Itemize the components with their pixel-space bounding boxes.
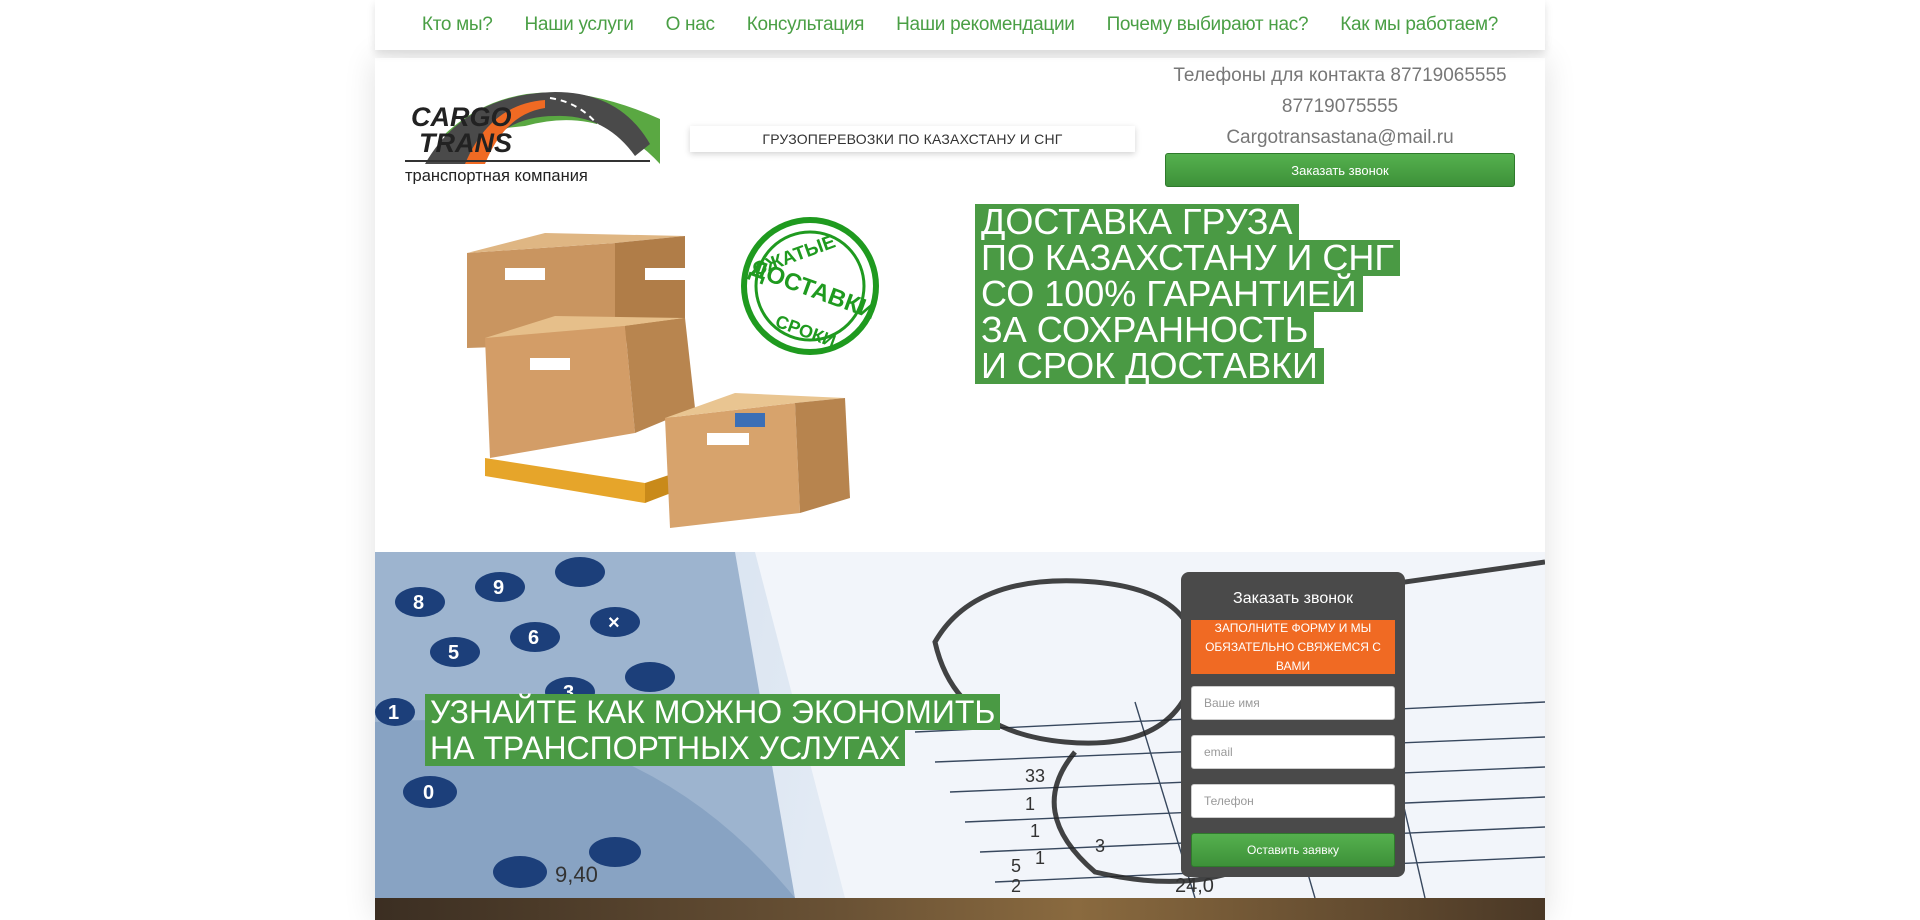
form-title: Заказать звонок	[1233, 590, 1353, 607]
logo-word-trans: TRANS	[419, 128, 512, 158]
svg-text:0: 0	[423, 782, 434, 804]
svg-text:5: 5	[1011, 856, 1021, 876]
nav-item-who-we-are[interactable]: Кто мы?	[422, 14, 493, 36]
svg-text:×: ×	[608, 612, 620, 634]
svg-text:1: 1	[1035, 848, 1045, 868]
economy-headline: УЗНАЙТЕ КАК МОЖНО ЭКОНОМИТЬ НА ТРАНСПОРТ…	[425, 694, 1001, 766]
svg-text:8: 8	[413, 592, 424, 614]
svg-text:9: 9	[493, 577, 504, 599]
svg-text:1: 1	[1025, 794, 1035, 814]
header-slogan: ГРУЗОПЕРЕВОЗКИ ПО КАЗАХСТАНУ И СНГ	[690, 126, 1135, 152]
nav-item-how-we-work[interactable]: Как мы работаем?	[1340, 14, 1498, 36]
submit-request-button[interactable]: Оставить заявку	[1191, 833, 1395, 867]
svg-text:2: 2	[1011, 876, 1021, 896]
nav-item-why-us[interactable]: Почему выбирают нас?	[1107, 14, 1309, 36]
phone-input[interactable]	[1191, 784, 1395, 818]
economy-section: 8 9 5 6 × 3 1 0 33 1 1 1 5 2 3 9,40 24,0…	[375, 552, 1545, 898]
nav-item-about[interactable]: О нас	[666, 14, 715, 36]
cargo-boxes-illustration: СЖАТЫЕ ДОСТАВКИ СРОКИ	[467, 217, 880, 528]
hero-line: ЗА СОХРАННОСТЬ	[975, 312, 1315, 348]
hero-line: ДОСТАВКА ГРУЗА	[975, 204, 1299, 240]
hero-line: СО 100% ГАРАНТИЕЙ	[975, 276, 1363, 312]
hero-line: ПО КАЗАХСТАНУ И СНГ	[975, 240, 1400, 276]
hero-headline: ДОСТАВКА ГРУЗА ПО КАЗАХСТАНУ И СНГ СО 10…	[975, 204, 1400, 384]
economy-line-1: УЗНАЙТЕ КАК МОЖНО ЭКОНОМИТЬ	[425, 694, 1001, 730]
contact-phone-2: 87719075555	[1281, 96, 1399, 117]
svg-text:24,0: 24,0	[1175, 875, 1214, 897]
hero-line: И СРОК ДОСТАВКИ	[975, 348, 1324, 384]
order-call-button[interactable]: Заказать звонок	[1165, 153, 1515, 187]
callback-form: Заказать звонок ЗАПОЛНИТЕ ФОРМУ И МЫ ОБЯ…	[1181, 572, 1405, 877]
delivery-stamp: СЖАТЫЕ ДОСТАВКИ СРОКИ	[741, 217, 880, 355]
cargo-trans-logo[interactable]: CARGO TRANS транспортная компания	[405, 64, 665, 184]
contact-info: Телефоны для контакта 87719065555 877190…	[1165, 60, 1515, 153]
contact-phone-1: Телефоны для контакта 87719065555	[1173, 65, 1507, 86]
svg-text:1: 1	[1030, 821, 1040, 841]
nav-item-recommendations[interactable]: Наши рекомендации	[896, 14, 1075, 36]
email-input[interactable]	[1191, 735, 1395, 769]
economy-line-2: НА ТРАНСПОРТНЫХ УСЛУГАХ	[425, 730, 906, 766]
svg-text:1: 1	[388, 702, 399, 724]
svg-text:6: 6	[528, 627, 539, 649]
top-navigation: Кто мы? Наши услуги О нас Консультация Н…	[375, 0, 1545, 50]
contact-email[interactable]: Cargotransastana@mail.ru	[1165, 122, 1515, 153]
next-section-image	[375, 898, 1545, 920]
name-input[interactable]	[1191, 686, 1395, 720]
nav-item-services[interactable]: Наши услуги	[525, 14, 634, 36]
form-note: ЗАПОЛНИТЕ ФОРМУ И МЫ ОБЯЗАТЕЛЬНО СВЯЖЕМС…	[1191, 620, 1395, 674]
nav-item-consultation[interactable]: Консультация	[747, 14, 865, 36]
svg-text:9,40: 9,40	[555, 862, 598, 887]
svg-text:5: 5	[448, 642, 459, 664]
page-content: CARGO TRANS транспортная компания ГРУЗОП…	[375, 58, 1545, 920]
svg-text:33: 33	[1025, 766, 1045, 786]
logo-tagline: транспортная компания	[405, 167, 588, 184]
svg-text:3: 3	[1095, 836, 1105, 856]
